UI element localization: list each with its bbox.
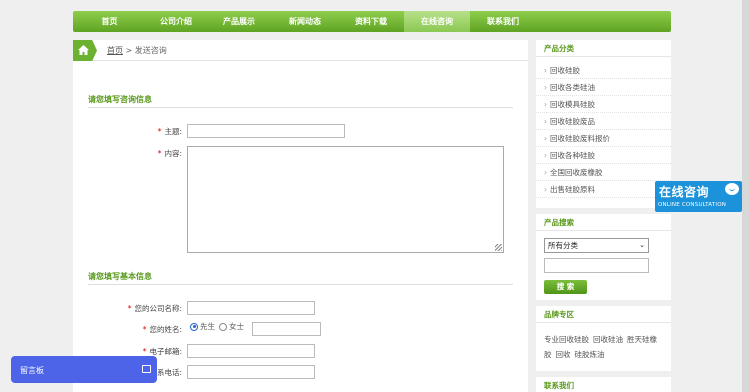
nav-item[interactable]: 公司介绍 [146,11,206,32]
consult-label: 在线咨询 [659,185,710,199]
brand-tag[interactable]: 回收硅油 [593,335,623,344]
chat-bubble-icon [725,183,739,195]
consult-info-title: 请您填写咨询信息 [88,95,152,104]
email-input[interactable] [187,344,315,358]
required-mark: * [142,347,147,356]
chevron-right-icon: › [544,134,547,143]
brand-tag[interactable]: 回收 [556,350,571,359]
divider [88,284,513,285]
basic-info-title: 请您填写基本信息 [88,272,152,281]
category-label: 回收各种硅胶 [550,151,595,160]
subject-label-text: 主题: [164,127,182,136]
nav-item[interactable]: 资料下载 [338,11,404,32]
chevron-right-icon: › [544,66,547,75]
message-board-widget[interactable]: 留言板 [11,356,157,383]
category-item[interactable]: › 回收硅胶 [536,62,671,79]
category-item[interactable]: › 回收硅胶废料报价 [536,130,671,147]
required-mark: * [142,325,147,334]
company-label: * 您的公司名称: [93,303,182,314]
category-select-value: 所有分类 [548,241,578,250]
company-input[interactable] [187,301,315,315]
online-consult-button[interactable]: 在线咨询 ONLINE CONSULTATION [655,181,742,212]
category-list: › 回收硅胶 › 回收各类硅油 › 回收模具硅胶 › 回收硅胶废品 › 回收硅胶废料报价 › 回收各种… [536,57,671,198]
gender-male-radio[interactable] [190,322,198,331]
category-label: 回收模具硅胶 [550,100,595,109]
maximize-icon[interactable] [142,365,151,373]
gender-radio-group: 先生 女士 [190,321,244,332]
category-label: 回收硅胶废品 [550,117,595,126]
name-label: * 您的姓名: [93,324,182,335]
category-item[interactable]: › 回收各类硅油 [536,79,671,96]
nav-item[interactable]: 产品展示 [206,11,272,32]
category-label: 回收硅胶 [550,66,580,75]
consult-english-label: ONLINE CONSULTATION [658,202,727,208]
gender-female-radio[interactable] [219,322,227,331]
nav-item[interactable]: 首页 [73,11,146,32]
contact-title: 联系我们 [536,377,671,392]
brand-title: 品牌专区 [536,306,671,323]
category-title: 产品分类 [536,40,671,57]
required-mark: * [157,127,162,136]
content-textarea[interactable] [187,146,504,253]
brand-tags: 专业回收硅胶 回收硅油 胜天硅橡胶 回收 硅胶炼油 [536,323,671,362]
email-label-text: 电子邮箱: [149,347,182,356]
chevron-right-icon: › [544,117,547,126]
chevron-right-icon: › [544,100,547,109]
brand-tag[interactable]: 硅胶炼油 [575,350,605,359]
nav-item[interactable]: 联系我们 [470,11,536,32]
divider [88,107,513,108]
contact-box: 联系我们 [536,377,671,392]
main-nav: 首页 公司介绍 产品展示 新闻动态 资料下载 在线咨询 联系我们 [73,11,671,32]
search-box: 产品搜索 所有分类 ⌄ 搜 索 [536,214,671,300]
nav-item[interactable]: 新闻动态 [272,11,338,32]
chevron-down-icon: ⌄ [639,241,645,249]
category-label: 回收硅胶废料报价 [550,134,610,143]
chevron-right-icon: › [544,83,547,92]
breadcrumb-home-link[interactable]: 首页 [107,46,123,55]
category-item[interactable]: › 回收各种硅胶 [536,147,671,164]
category-label: 回收各类硅油 [550,83,595,92]
category-label: 出售硅胶原料 [550,185,595,194]
chevron-right-icon: › [544,151,547,160]
message-board-label: 留言板 [20,366,44,375]
required-mark: * [157,149,162,158]
chevron-right-icon: › [544,168,547,177]
breadcrumb-separator: > [123,46,135,55]
subject-input[interactable] [187,124,345,138]
brand-tag[interactable]: 专业回收硅胶 [544,335,589,344]
gender-female-label: 女士 [229,322,244,331]
name-label-text: 您的姓名: [149,325,182,334]
breadcrumb-bar: 首页 > 发送咨询 [73,40,528,61]
category-select[interactable]: 所有分类 ⌄ [544,238,649,253]
phone-input[interactable] [187,365,315,379]
content-label-text: 内容: [164,149,182,158]
name-input[interactable] [252,322,321,336]
category-item[interactable]: › 回收硅胶废品 [536,113,671,130]
category-item[interactable]: › 回收模具硅胶 [536,96,671,113]
brand-box: 品牌专区 专业回收硅胶 回收硅油 胜天硅橡胶 回收 硅胶炼油 [536,306,671,371]
breadcrumb-current: 发送咨询 [134,46,167,55]
content-label: * 内容: [143,148,182,159]
home-icon [78,45,89,55]
nav-item[interactable]: 在线咨询 [404,11,470,32]
home-button[interactable] [73,40,97,61]
category-item[interactable]: › 全国回收废橡胶 [536,164,671,181]
category-item[interactable]: › 出售硅胶原料 [536,181,671,198]
resize-handle-icon[interactable] [495,244,502,251]
company-label-text: 您的公司名称: [134,304,182,313]
category-label: 全国回收废橡胶 [550,168,603,177]
required-mark: * [127,304,132,313]
search-title: 产品搜索 [536,214,671,231]
search-button[interactable]: 搜 索 [544,280,587,294]
main-panel: 首页 > 发送咨询 请您填写咨询信息 * 主题: * 内容: 请您填写基本信息 * 您… [73,40,528,392]
gender-male-label: 先生 [200,322,215,331]
breadcrumb: 首页 > 发送咨询 [107,45,167,56]
category-box: 产品分类 › 回收硅胶 › 回收各类硅油 › 回收模具硅胶 › 回收硅胶废品 › 回收硅胶废料报价… [536,40,671,208]
subject-label: * 主题: [143,126,182,137]
chevron-right-icon: › [544,185,547,194]
keyword-input[interactable] [544,258,649,273]
window-right-edge [742,0,749,392]
